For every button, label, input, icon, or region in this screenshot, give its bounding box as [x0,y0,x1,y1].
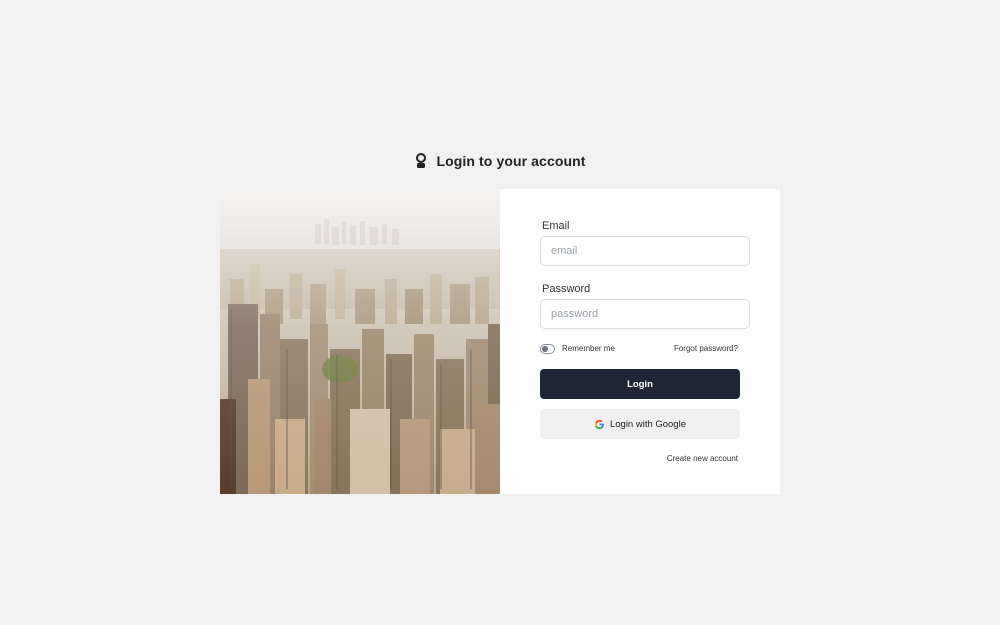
city-skyline-photo [220,189,500,494]
page-title: Login to your account [436,153,586,169]
remember-me-label: Remember me [562,344,615,353]
login-card: Email Password Remember me Forgot passwo… [220,189,780,494]
create-account-link[interactable]: Create new account [667,454,738,463]
google-login-label: Login with Google [609,418,687,430]
google-g-icon [594,419,604,429]
forgot-password-link[interactable]: Forgot password? [674,344,738,353]
login-button[interactable]: Login [540,369,740,399]
email-label: Email [542,220,570,232]
city-photo-illustration [220,189,500,494]
email-input[interactable] [540,236,750,266]
login-button-label: Login [627,378,653,390]
login-form: Email Password Remember me Forgot passwo… [500,189,780,494]
user-key-icon [416,153,427,168]
remember-me-toggle[interactable] [540,344,555,354]
password-label: Password [542,283,591,295]
toggle-knob [542,346,548,352]
password-input[interactable] [540,299,750,329]
login-header: Login to your account [0,150,1000,172]
google-login-button[interactable]: Login with Google [540,409,740,439]
